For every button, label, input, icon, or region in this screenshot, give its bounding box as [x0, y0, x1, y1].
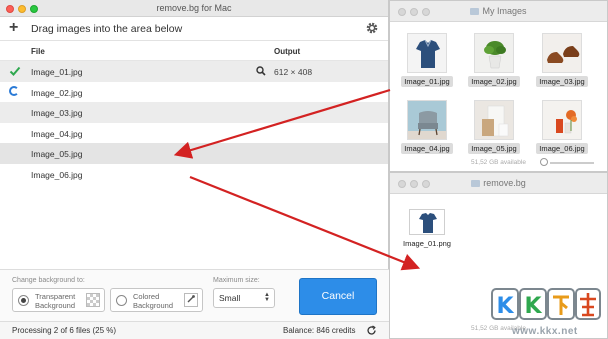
flowers-thumbnail: [542, 100, 582, 140]
file-list: Image_01.jpg 612 × 408 Image_02.jpg Imag…: [0, 61, 388, 184]
app-title: remove.bg for Mac: [156, 3, 232, 13]
file-icon-image-01[interactable]: Image_01.jpg: [397, 33, 457, 87]
change-background-label: Change background to:: [12, 277, 85, 284]
colored-radio[interactable]: [116, 295, 127, 306]
kkx-watermark-logo: K K: [491, 288, 601, 320]
check-icon: [9, 65, 21, 77]
app-toolbar: + Drag images into the area below: [0, 17, 388, 41]
file-label: Image_05.jpg: [468, 143, 520, 154]
app-titlebar: remove.bg for Mac: [0, 0, 388, 17]
icon-size-slider[interactable]: [550, 162, 594, 164]
transparent-option-label: Transparent Background: [35, 292, 75, 310]
file-icon-image-02[interactable]: Image_02.jpg: [464, 33, 524, 87]
gear-icon[interactable]: [365, 21, 379, 37]
file-row-2[interactable]: Image_02.jpg: [0, 82, 388, 103]
finder-titlebar: My Images: [390, 1, 607, 22]
finder-titlebar: remove.bg: [390, 173, 607, 194]
file-row-3[interactable]: Image_03.jpg: [0, 102, 388, 123]
file-icon-image-01-png[interactable]: Image_01.png: [397, 209, 457, 248]
file-icon-image-04[interactable]: Image_04.jpg: [397, 100, 457, 154]
file-label: Image_04.jpg: [401, 143, 453, 154]
transparent-background-option[interactable]: Transparent Background: [12, 288, 105, 312]
max-size-select[interactable]: Small ▲ ▼: [213, 288, 275, 308]
transparent-radio[interactable]: [18, 295, 29, 306]
finder-title-text: remove.bg: [483, 178, 526, 188]
file-label: Image_02.jpg: [468, 76, 520, 87]
file-label: Image_06.jpg: [536, 143, 588, 154]
credit-balance: Balance: 846 credits: [283, 326, 356, 335]
file-icon-image-05[interactable]: Image_05.jpg: [464, 100, 524, 154]
file-name: Image_03.jpg: [31, 108, 83, 118]
status-bar: Processing 2 of 6 files (25 %) Balance: …: [0, 321, 389, 339]
transparent-line1: Transparent: [35, 292, 76, 301]
folder-icon: [470, 8, 480, 15]
file-label: Image_03.jpg: [536, 76, 588, 87]
column-output: Output: [274, 47, 301, 56]
cancel-button[interactable]: Cancel: [299, 278, 377, 315]
drop-instruction: Drag images into the area below: [31, 23, 183, 35]
app-window: remove.bg for Mac + Drag images into the…: [0, 0, 389, 339]
transparent-line2: Background: [35, 301, 76, 310]
finder-title: remove.bg: [390, 178, 607, 188]
file-label: Image_01.jpg: [401, 76, 453, 87]
shirt-cutout-thumbnail: [409, 209, 445, 235]
file-row-5[interactable]: Image_05.jpg: [0, 143, 388, 164]
file-row-6[interactable]: Image_06.jpg: [0, 164, 388, 185]
spinner-icon: [9, 85, 21, 98]
plant-thumbnail: [474, 33, 514, 73]
finder-window-my-images: My Images Image_01.jpg Image_02.jpg Imag…: [389, 0, 608, 172]
finder-title-text: My Images: [482, 6, 527, 16]
output-size: 612 × 408: [274, 67, 313, 77]
eyedropper-icon[interactable]: [184, 293, 198, 307]
file-name: Image_02.jpg: [31, 87, 83, 98]
icon-size-slider-knob[interactable]: [540, 158, 548, 166]
select-arrows-icon: ▲ ▼: [264, 292, 270, 303]
file-row-4[interactable]: Image_04.jpg: [0, 123, 388, 144]
shirt-thumbnail: [407, 33, 447, 73]
file-name: Image_04.jpg: [31, 128, 83, 139]
svg-text:K: K: [524, 294, 542, 319]
colored-line2: Background: [133, 301, 174, 310]
max-size-value: Small: [219, 293, 241, 303]
add-icon[interactable]: +: [9, 19, 18, 37]
colored-option-label: Colored Background: [133, 292, 173, 310]
shoes-thumbnail: [542, 33, 582, 73]
file-name: Image_06.jpg: [31, 169, 83, 180]
magnifier-icon[interactable]: [256, 66, 266, 78]
chair-thumbnail: [407, 100, 447, 140]
refresh-icon[interactable]: [366, 325, 377, 338]
folder-icon: [471, 180, 481, 187]
options-panel: Change background to: Transparent Backgr…: [0, 269, 389, 321]
file-row-1[interactable]: Image_01.jpg 612 × 408: [0, 61, 388, 82]
file-label: Image_01.png: [403, 239, 451, 248]
boxes-thumbnail: [474, 100, 514, 140]
file-icon-image-06[interactable]: Image_06.jpg: [532, 100, 592, 154]
svg-text:K: K: [496, 294, 514, 319]
checkerboard-icon: [86, 293, 100, 307]
colored-line1: Colored: [133, 292, 160, 301]
desktop: remove.bg for Mac + Drag images into the…: [0, 0, 608, 339]
watermark-url: www.kkx.net: [512, 326, 578, 337]
column-file: File: [31, 47, 45, 56]
file-table-header: File Output: [0, 41, 388, 61]
file-name: Image_05.jpg: [31, 149, 83, 159]
progress-status: Processing 2 of 6 files (25 %): [12, 326, 117, 335]
file-icon-image-03[interactable]: Image_03.jpg: [532, 33, 592, 87]
finder-title: My Images: [390, 6, 607, 16]
colored-background-option[interactable]: Colored Background: [110, 288, 203, 312]
file-name: Image_01.jpg: [31, 67, 83, 77]
max-size-label: Maximum size:: [213, 277, 260, 284]
